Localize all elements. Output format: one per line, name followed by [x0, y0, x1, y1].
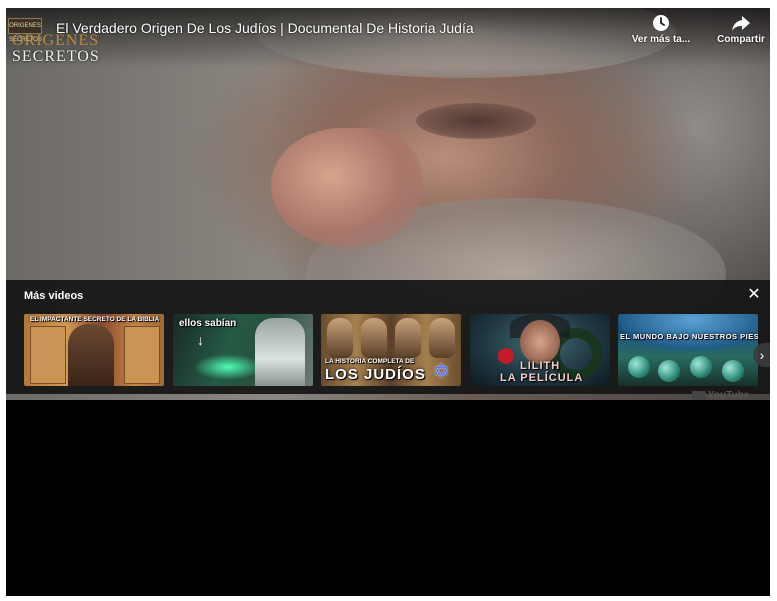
video-thumbnail[interactable]: EL MUNDO BAJO NUESTROS PIES [618, 314, 758, 386]
video-thumbnail[interactable]: LA HISTORIA COMPLETA DE LOS JUDÍOS ✡ [321, 314, 461, 386]
thumbnail-art [722, 360, 744, 382]
video-thumbnail[interactable]: LILITH LA PELÍCULA [470, 314, 610, 386]
thumbnail-caption: EL MUNDO BAJO NUESTROS PIES [620, 332, 758, 341]
thumbnail-art [361, 318, 387, 358]
arrow-down-icon: ↓ [197, 332, 204, 348]
more-videos-panel: Más videos ✕ EL IMPACTANTE SECRETO DE LA… [6, 280, 770, 394]
video-title[interactable]: El Verdadero Origen De Los Judíos | Docu… [56, 20, 474, 36]
thumbnail-art [690, 356, 712, 378]
share-icon [732, 16, 750, 31]
thumbnail-art [658, 360, 680, 382]
thumbnail-caption: LA PELÍCULA [500, 372, 584, 384]
thumbnail-art [30, 326, 66, 384]
star-of-david-icon: ✡ [433, 361, 450, 383]
more-videos-title: Más videos [24, 290, 84, 302]
share-label: Compartir [717, 34, 765, 45]
thumbnail-art [68, 324, 114, 386]
clock-icon [653, 15, 669, 31]
close-icon[interactable]: ✕ [746, 287, 762, 303]
thumbnail-caption: LOS JUDÍOS [325, 366, 426, 383]
thumbnail-caption: ellos sabían [179, 318, 237, 329]
thumbnail-art [327, 318, 353, 358]
video-thumbnail[interactable]: ↓ ellos sabían [173, 314, 313, 386]
thumbnail-art [193, 354, 263, 380]
video-frame[interactable]: ORIGENES SECRETOS ORIGENES SECRETOS El V… [6, 8, 770, 400]
video-player[interactable]: ORIGENES SECRETOS ORIGENES SECRETOS El V… [6, 8, 770, 596]
thumbnail-art [429, 318, 455, 358]
youtube-watermark-label: YouTube [708, 390, 750, 401]
watch-later-label: Ver más ta... [631, 34, 691, 45]
youtube-logo-icon [692, 390, 706, 400]
thumbnail-art [124, 326, 160, 384]
youtube-watermark[interactable]: YouTube [692, 390, 749, 401]
thumbnail-caption: EL IMPACTANTE SECRETO DE LA BIBLIA [30, 316, 160, 323]
thumbnail-caption: LA HISTORIA COMPLETA DE [325, 358, 415, 365]
apple-icon [498, 348, 514, 364]
watch-later-button[interactable]: Ver más ta... [626, 14, 696, 45]
video-nose-shape [271, 128, 421, 248]
thumbnail-caption: LILITH [520, 360, 561, 372]
thumbnail-art [628, 356, 650, 378]
video-thumbnail[interactable]: EL IMPACTANTE SECRETO DE LA BIBLIA [24, 314, 164, 386]
channel-logo-line2: SECRETOS [12, 48, 100, 65]
video-eye-shape [416, 103, 536, 139]
thumbnail-art [395, 318, 421, 358]
share-button[interactable]: Compartir [706, 14, 770, 45]
thumbnail-art [255, 318, 305, 386]
chevron-right-icon[interactable]: › [753, 343, 770, 367]
thumbnail-art [520, 320, 560, 364]
